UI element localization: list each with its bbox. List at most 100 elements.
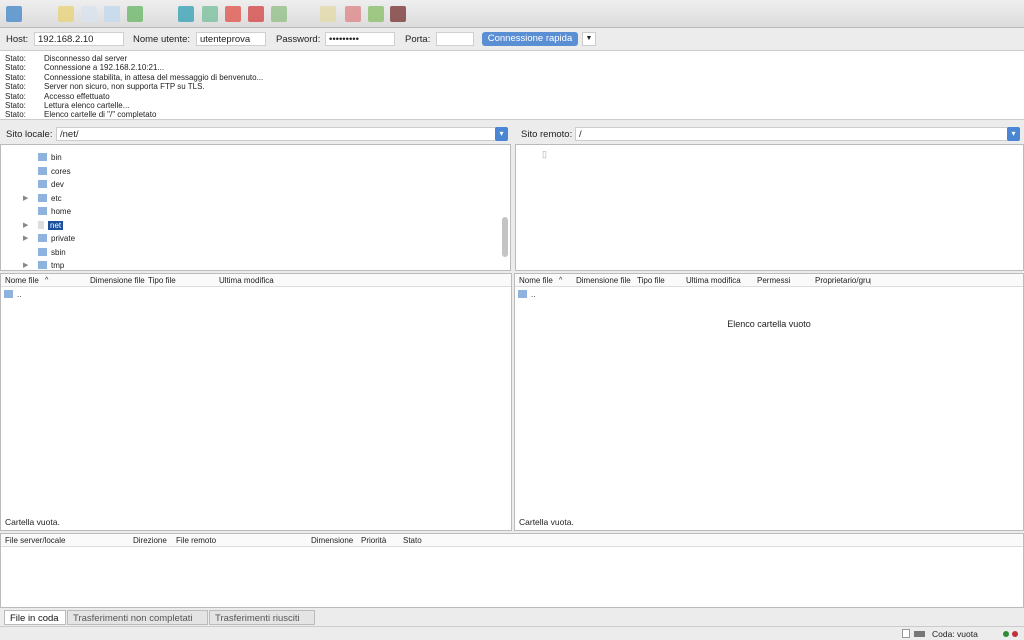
tree-item-private[interactable]: private <box>38 232 75 245</box>
local-site-bar: Sito locale: /net/ ▾ <box>0 124 511 144</box>
col-size[interactable]: Dimensione <box>311 534 353 547</box>
tree-item-bin[interactable]: bin <box>38 151 62 164</box>
tree-item-net[interactable]: net <box>38 219 64 232</box>
expand-arrow-icon[interactable]: ▶ <box>23 221 28 229</box>
col-direction[interactable]: Direzione <box>133 534 167 547</box>
log-entry: Stato: Server non sicuro, non supporta FT… <box>0 82 1024 91</box>
col-remote-file[interactable]: File remoto <box>176 534 216 547</box>
folder-icon <box>38 261 47 269</box>
col-filename[interactable]: Nome file <box>519 274 553 287</box>
search-icon[interactable] <box>390 6 406 22</box>
remote-directory-tree[interactable]: ▯ <box>515 144 1024 271</box>
col-priority[interactable]: Priorità <box>361 534 386 547</box>
reconnect-icon[interactable] <box>271 6 287 22</box>
transfer-queue-icon[interactable] <box>127 6 143 22</box>
tree-item-sbin[interactable]: sbin <box>38 246 66 259</box>
log-type: Stato: <box>5 82 26 92</box>
log-entry: Stato: Disconnesso dal server <box>0 54 1024 63</box>
col-filesize[interactable]: Dimensione file <box>90 274 145 287</box>
log-entry: Stato: Lettura elenco cartelle... <box>0 101 1024 110</box>
folder-icon <box>38 234 47 242</box>
tab-failed-transfers[interactable]: Trasferimenti non completati <box>67 610 208 625</box>
message-log: Stato: Disconnesso dal server Stato: Connes… <box>0 50 1024 120</box>
tree-item-label: bin <box>51 153 62 162</box>
col-status[interactable]: Stato <box>403 534 422 547</box>
speed-limit-icon[interactable] <box>902 629 910 638</box>
quickconnect-bar: Host: 192.168.2.10 Nome utente: utentepr… <box>0 28 1024 50</box>
binary-mode-icon[interactable] <box>914 631 925 637</box>
list-item[interactable]: .. <box>4 290 21 299</box>
status-bar: Coda: vuota <box>0 626 1024 640</box>
local-path-dropdown[interactable]: ▾ <box>495 127 508 141</box>
col-owner[interactable]: Proprietario/gruppo <box>815 274 871 287</box>
col-filesize[interactable]: Dimensione file <box>576 274 636 287</box>
col-filename[interactable]: Nome file <box>5 274 39 287</box>
remote-file-list[interactable]: Nome file ^ Dimensione file Tipo file Ul… <box>514 273 1024 531</box>
remote-tree-icon[interactable] <box>104 6 120 22</box>
process-queue-icon[interactable] <box>202 6 218 22</box>
tree-item-label: etc <box>51 193 62 203</box>
local-file-list[interactable]: Nome file ^ Dimensione file Tipo file Ul… <box>0 273 512 531</box>
local-status: Cartella vuota. <box>5 517 60 527</box>
tab-successful-transfers[interactable]: Trasferimenti riusciti <box>209 610 315 625</box>
folder-icon <box>38 166 47 175</box>
expand-arrow-icon[interactable]: ▶ <box>23 234 28 242</box>
disconnect-icon[interactable] <box>248 6 264 22</box>
queue-column-headers: File server/locale Direzione File remoto… <box>1 534 1023 547</box>
cancel-icon[interactable] <box>225 6 241 22</box>
transfer-queue[interactable]: File server/locale Direzione File remoto… <box>0 533 1024 608</box>
log-entry: Stato: Connessione stabilita, in attesa d… <box>0 73 1024 82</box>
tree-item-label: dev <box>51 180 64 189</box>
host-input[interactable]: 192.168.2.10 <box>34 32 124 46</box>
tree-item-cores[interactable]: cores <box>38 165 71 178</box>
col-filetype[interactable]: Tipo file <box>148 274 176 287</box>
refresh-icon[interactable] <box>178 6 194 22</box>
tree-item-label: net <box>48 220 64 230</box>
col-modified[interactable]: Ultima modifica <box>219 274 274 287</box>
password-input[interactable]: ••••••••• <box>325 32 395 46</box>
tree-item-dev[interactable]: dev <box>38 178 64 191</box>
compare-icon[interactable] <box>345 6 361 22</box>
local-tree-scrollbar[interactable] <box>502 217 508 257</box>
list-item[interactable]: .. <box>518 290 535 299</box>
tree-item-label: home <box>51 207 72 216</box>
tree-item-label: tmp <box>51 261 65 270</box>
tab-queued-files[interactable]: File in coda <box>4 610 66 625</box>
tree-item-etc[interactable]: etc <box>38 192 62 205</box>
tree-item-home[interactable]: home <box>38 205 71 218</box>
sort-ascending-icon: ^ <box>559 277 563 284</box>
remote-path-input[interactable]: / <box>575 127 1009 141</box>
remote-status: Cartella vuota. <box>519 517 574 527</box>
remote-site-bar: Sito remoto: / ▾ <box>515 124 1024 144</box>
log-entry: Stato: Connessione a 192.168.2.10:21... <box>0 63 1024 72</box>
remote-path-dropdown[interactable]: ▾ <box>1007 127 1020 141</box>
tree-item-tmp[interactable]: tmp <box>38 259 65 270</box>
queue-status: Coda: vuota <box>932 629 978 639</box>
site-manager-icon[interactable] <box>6 6 22 22</box>
col-local-file[interactable]: File server/locale <box>5 534 65 547</box>
log-type: Stato: <box>5 72 26 82</box>
user-input[interactable]: utenteprova <box>196 32 266 46</box>
local-directory-tree[interactable]: bin cores dev ▶ etc home ▶ net ▶ private sbin ▶ tmp <box>0 144 511 271</box>
directory-filter-icon[interactable] <box>320 6 336 22</box>
quickconnect-button[interactable]: Connessione rapida <box>482 32 578 46</box>
sync-browse-icon[interactable] <box>368 6 384 22</box>
folder-icon <box>38 193 47 202</box>
col-modified[interactable]: Ultima modifica <box>686 274 741 287</box>
port-input[interactable] <box>436 32 474 46</box>
tree-item-label: private <box>51 234 76 243</box>
expand-arrow-icon[interactable]: ▶ <box>23 194 28 202</box>
log-message: Server non sicuro, non supporta FTP su T… <box>44 82 205 92</box>
local-column-headers: Nome file ^ Dimensione file Tipo file Ul… <box>1 274 511 287</box>
folder-icon <box>38 180 47 188</box>
log-type: Stato: <box>5 100 26 110</box>
folder-icon <box>38 207 47 215</box>
expand-arrow-icon[interactable]: ▶ <box>23 261 28 269</box>
quickconnect-history-dropdown[interactable]: ▼ <box>582 32 596 46</box>
local-path-input[interactable]: /net/ <box>56 127 496 141</box>
col-permissions[interactable]: Permessi <box>757 274 790 287</box>
local-tree-icon[interactable] <box>81 6 97 22</box>
remote-root-folder-icon: ▯ <box>542 149 547 159</box>
message-log-icon[interactable] <box>58 6 74 22</box>
col-filetype[interactable]: Tipo file <box>637 274 665 287</box>
